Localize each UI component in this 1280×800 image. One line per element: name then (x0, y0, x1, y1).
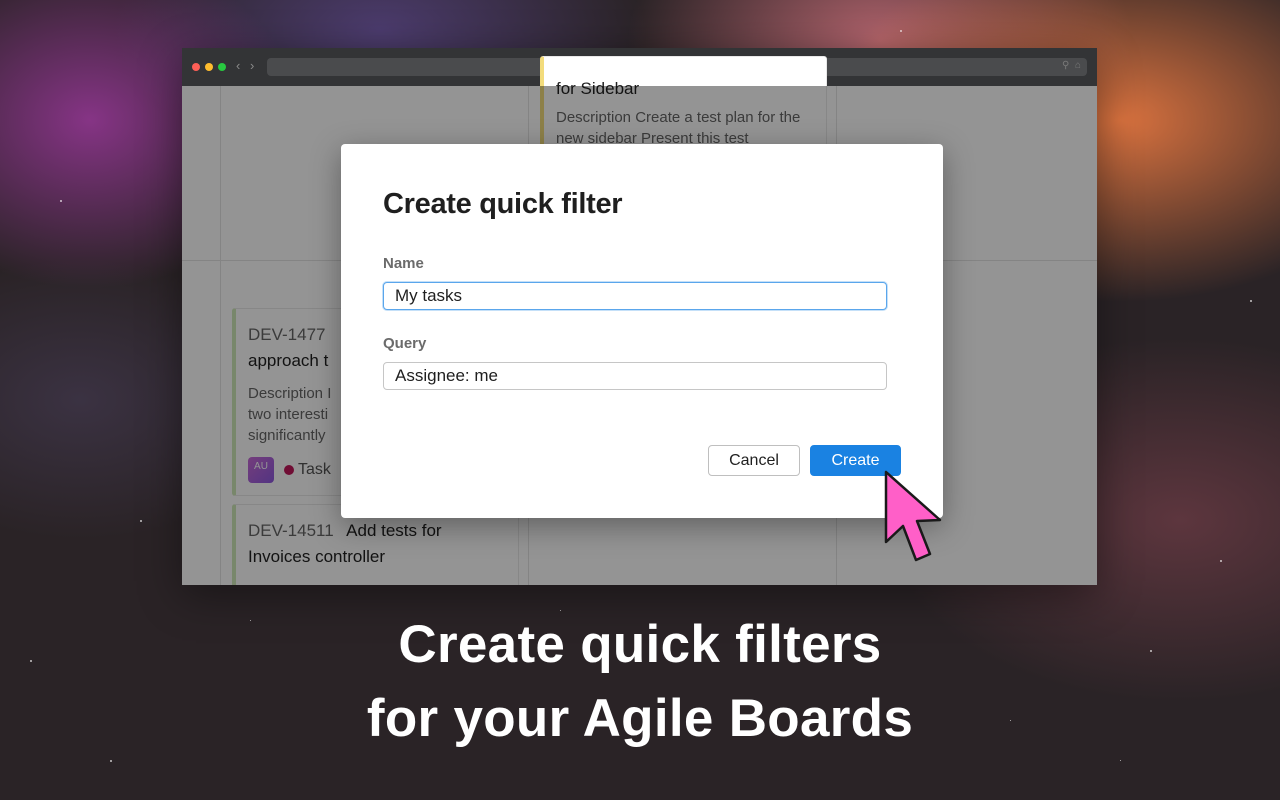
query-label: Query (383, 335, 427, 352)
create-quick-filter-dialog: Create quick filter Name Query Cancel Cr… (341, 144, 943, 518)
close-window-button[interactable] (192, 63, 200, 71)
caption-line-1: Create quick filters (398, 615, 882, 674)
dialog-title: Create quick filter (383, 188, 623, 220)
maximize-window-button[interactable] (218, 63, 226, 71)
name-label: Name (383, 255, 424, 272)
cancel-button[interactable]: Cancel (708, 445, 800, 476)
query-input[interactable] (383, 362, 887, 390)
chevron-right-icon[interactable]: › (250, 58, 254, 73)
pointer-cursor-icon (884, 470, 942, 562)
name-input[interactable] (383, 282, 887, 310)
chevron-left-icon[interactable]: ‹ (236, 58, 240, 73)
minimize-window-button[interactable] (205, 63, 213, 71)
caption-line-2: for your Agile Boards (366, 689, 914, 748)
search-icon: ⚲ (1062, 60, 1070, 71)
home-icon: ⌂ (1075, 60, 1082, 71)
